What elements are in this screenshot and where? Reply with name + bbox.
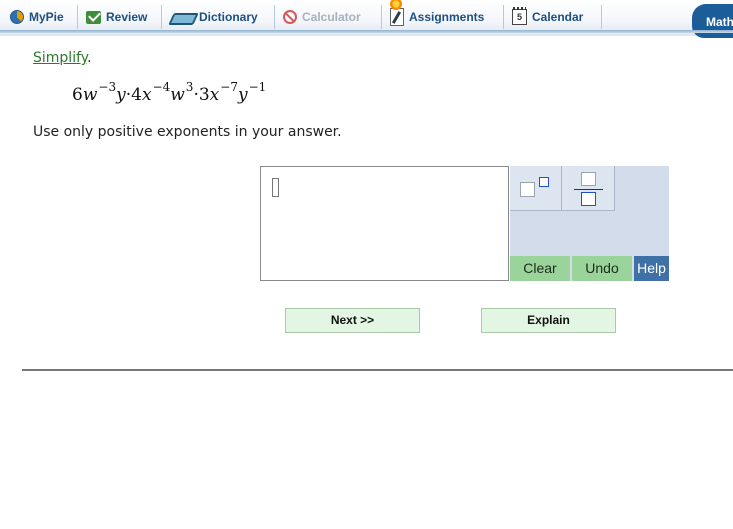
tab-math[interactable]: Math bbox=[692, 4, 733, 38]
tab-assignments[interactable]: Assignments bbox=[382, 0, 504, 29]
fraction-bar-icon bbox=[574, 189, 603, 190]
expr-coef-1: 6 bbox=[72, 85, 83, 105]
tab-calendar[interactable]: 5 Calendar bbox=[504, 5, 602, 29]
checkmark-icon bbox=[86, 10, 101, 24]
answer-input[interactable] bbox=[260, 166, 509, 281]
tab-calculator-label: Calculator bbox=[302, 10, 361, 24]
simplify-link[interactable]: Simplify bbox=[33, 50, 87, 66]
instruction-period: . bbox=[87, 50, 92, 66]
explain-button[interactable]: Explain bbox=[481, 308, 616, 333]
fraction-numerator-icon bbox=[581, 172, 596, 186]
exponent-power-icon bbox=[539, 177, 549, 187]
no-entry-icon bbox=[283, 10, 297, 24]
section-divider bbox=[22, 369, 733, 371]
fraction-template-button[interactable] bbox=[562, 166, 615, 211]
expr-var-y: y bbox=[116, 85, 126, 105]
tab-dictionary-label: Dictionary bbox=[199, 10, 258, 24]
top-nav-bar: MyPie Review Dictionary Calculator Assig… bbox=[0, 0, 733, 38]
exponent-template-button[interactable] bbox=[510, 166, 562, 211]
tab-calculator[interactable]: Calculator bbox=[275, 5, 382, 29]
expr-coef-3: 3 bbox=[198, 85, 210, 105]
expr-var-x: x bbox=[141, 85, 152, 105]
tab-dictionary[interactable]: Dictionary bbox=[162, 5, 275, 29]
calendar-icon: 5 bbox=[512, 7, 527, 25]
pie-icon bbox=[10, 10, 24, 24]
expr-exp-4: −7 bbox=[220, 80, 238, 94]
expr-coef-2: 4 bbox=[131, 85, 142, 105]
answer-hint: Use only positive exponents in your answ… bbox=[33, 124, 342, 140]
fraction-denominator-icon bbox=[581, 192, 596, 206]
tab-mypie[interactable]: MyPie bbox=[2, 5, 78, 29]
assignment-icon bbox=[389, 0, 404, 26]
expr-var-w-2: w bbox=[170, 85, 185, 105]
tab-review-label: Review bbox=[106, 10, 148, 24]
math-expression: 6w−3y·4x−4w3·3x−7y−1 bbox=[72, 80, 266, 105]
expr-var-x-2: x bbox=[209, 85, 220, 105]
expr-exp-5: −1 bbox=[248, 80, 267, 94]
expr-var-y-2: y bbox=[237, 85, 248, 105]
exponent-base-icon bbox=[520, 182, 535, 197]
book-icon bbox=[170, 11, 194, 24]
expr-exp-1: −3 bbox=[98, 80, 117, 94]
expr-exp-2: −4 bbox=[152, 80, 171, 94]
undo-button[interactable]: Undo bbox=[572, 256, 632, 281]
next-button[interactable]: Next >> bbox=[285, 308, 420, 333]
tab-assignments-label: Assignments bbox=[409, 10, 485, 24]
tab-mypie-label: MyPie bbox=[29, 10, 64, 24]
tab-review[interactable]: Review bbox=[78, 5, 162, 29]
tab-calendar-label: Calendar bbox=[532, 10, 584, 24]
help-button[interactable]: Help bbox=[634, 256, 669, 281]
expr-var-w: w bbox=[82, 85, 98, 105]
clear-button[interactable]: Clear bbox=[510, 256, 570, 281]
instruction: Simplify. bbox=[33, 50, 92, 66]
input-placeholder-box bbox=[272, 178, 279, 197]
